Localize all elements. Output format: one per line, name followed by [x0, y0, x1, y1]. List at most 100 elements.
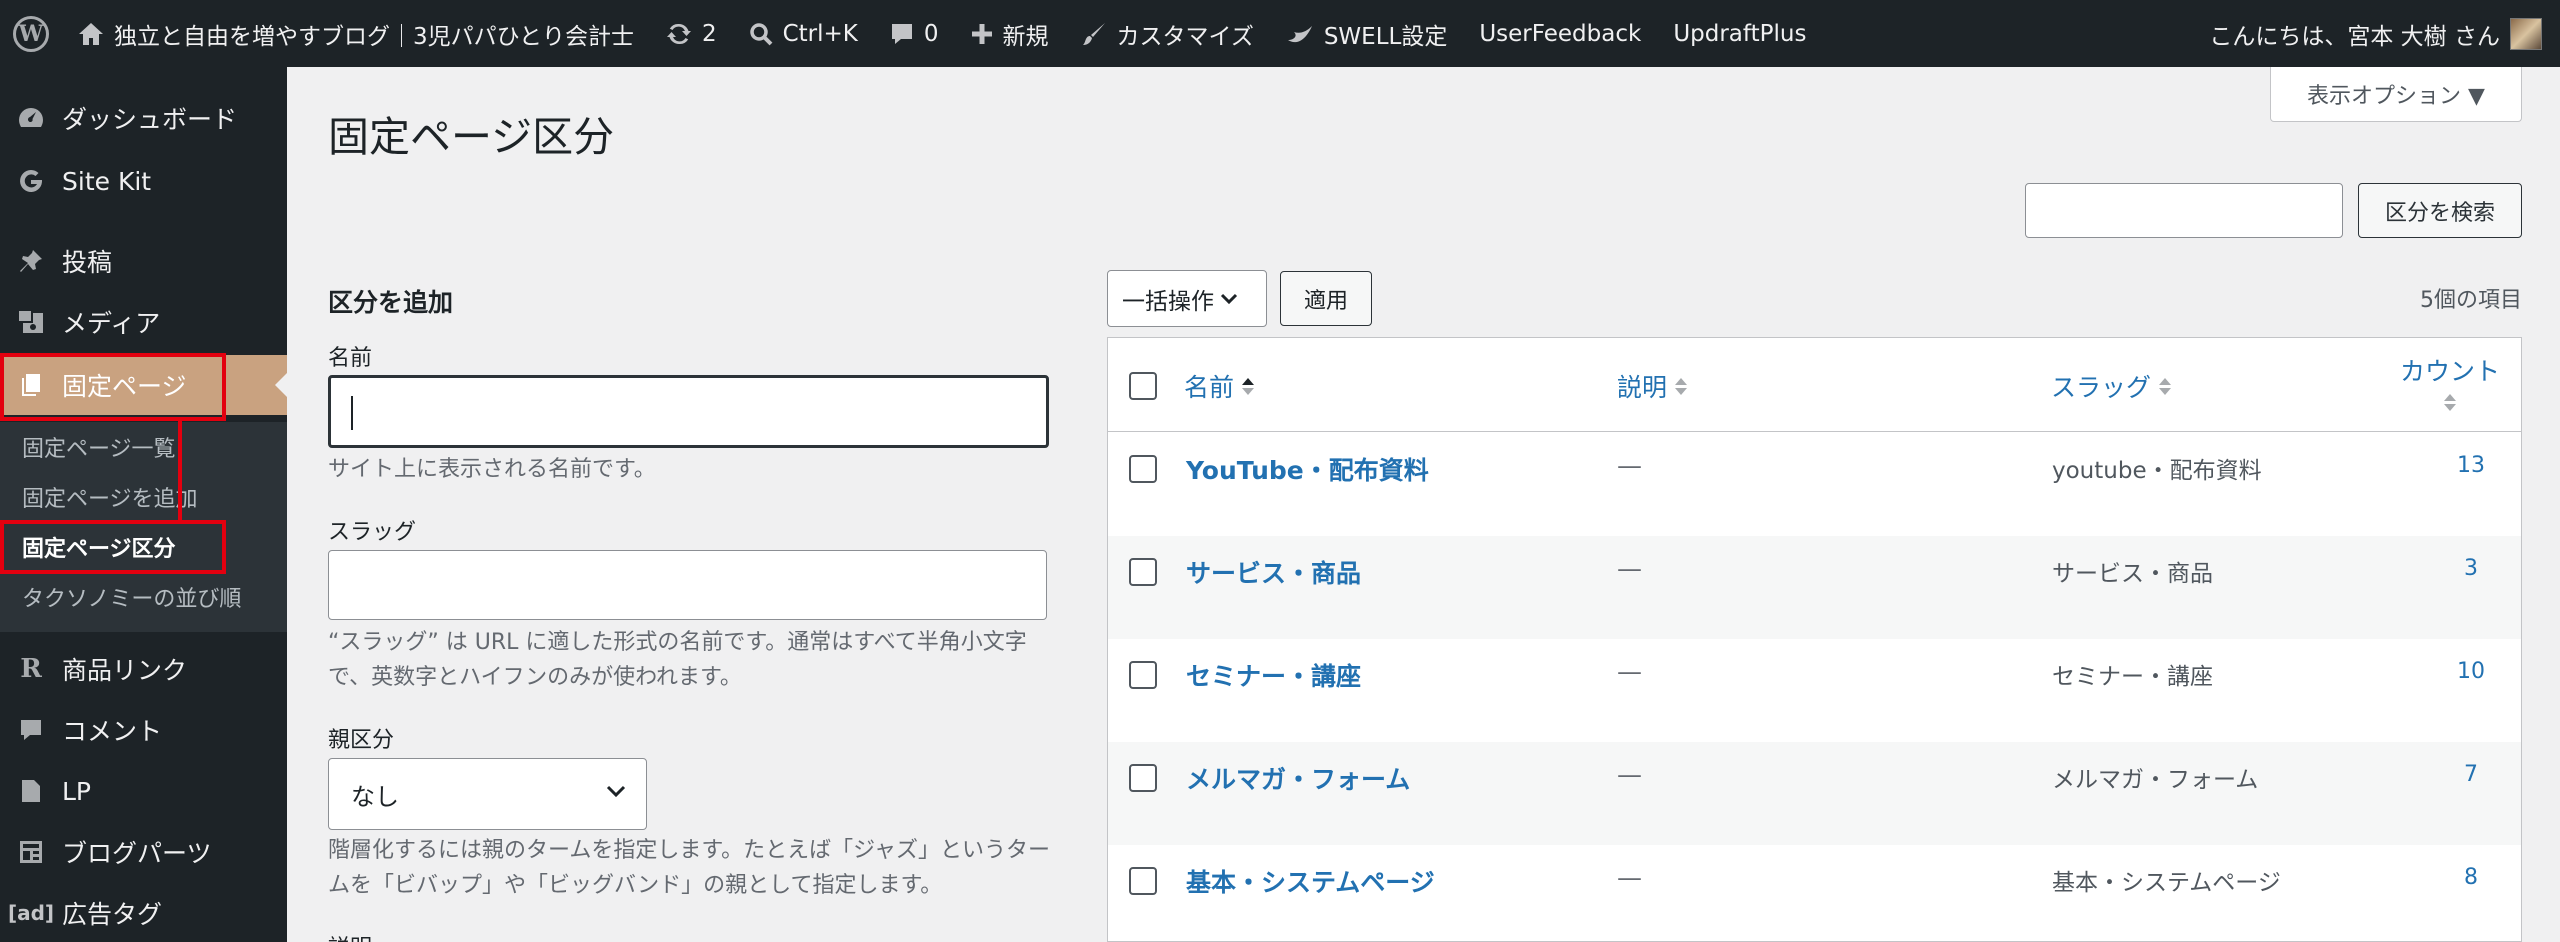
pushpin-icon [20, 250, 42, 272]
swell-icon [1287, 25, 1312, 42]
text-caret [351, 396, 353, 430]
sidebar-item-label: メディア [62, 309, 161, 338]
brush-icon [1082, 22, 1105, 45]
pages-submenu: 固定ページ一覧 固定ページを追加 固定ページ区分 タクソノミーの並び順 [0, 422, 287, 632]
column-slug-header[interactable]: スラッグ [2051, 368, 2172, 404]
chevron-down-icon [1220, 293, 1238, 304]
term-name-link[interactable]: 基本・システムページ [1186, 863, 1435, 899]
comments-link[interactable]: 0 [874, 0, 955, 67]
column-name-label: 名前 [1184, 373, 1235, 402]
sort-icon [2159, 377, 2172, 395]
row-checkbox[interactable] [1129, 764, 1157, 792]
row-checkbox[interactable] [1129, 661, 1157, 689]
sidebar-item-site-kit[interactable]: Site Kit [0, 151, 287, 211]
sidebar-item-comments[interactable]: コメント [0, 700, 287, 760]
select-all-checkbox[interactable] [1129, 372, 1157, 400]
admin-bar: W 独立と自由を増やすブログ｜3児パパひとり会計士 2 Ctrl+K 0 新規 … [0, 0, 2560, 67]
bulk-action-select[interactable]: 一括操作 [1107, 270, 1267, 327]
sidebar-item-product-links[interactable]: R 商品リンク [0, 639, 287, 699]
search-button[interactable]: 区分を検索 [2358, 183, 2522, 238]
screen-options-button[interactable]: 表示オプション ▼ [2270, 67, 2522, 122]
userfeedback-label: UserFeedback [1479, 20, 1642, 47]
home-icon [79, 22, 103, 45]
swell-label: SWELL設定 [1323, 23, 1448, 50]
search-icon [749, 22, 773, 45]
site-name-link[interactable]: 独立と自由を増やすブログ｜3児パパひとり会計士 [62, 0, 650, 67]
command-palette-link[interactable]: Ctrl+K [733, 0, 874, 67]
term-count-link[interactable]: 13 [2441, 453, 2501, 478]
search-input[interactable] [2025, 183, 2343, 238]
userfeedback-link[interactable]: UserFeedback [1463, 0, 1657, 67]
term-count-link[interactable]: 8 [2441, 865, 2501, 890]
table-row: 基本・システムページ — 基本・システムページ 8 [1108, 845, 2521, 941]
term-description: — [1617, 760, 1642, 789]
sidebar-item-media[interactable]: メディア [0, 292, 287, 352]
parent-description: 階層化するには親のタームを指定します。たとえば「ジャズ」というタームを「ビバップ… [328, 838, 1051, 898]
swell-settings-link[interactable]: SWELL設定 [1270, 0, 1464, 67]
apply-button[interactable]: 適用 [1280, 271, 1372, 326]
term-description: — [1617, 863, 1642, 892]
column-name-header[interactable]: 名前 [1184, 368, 1255, 404]
chevron-down-icon [606, 785, 626, 798]
sidebar-item-posts[interactable]: 投稿 [0, 231, 287, 291]
sidebar-item-label: コメント [62, 717, 163, 746]
sidebar-item-label: 商品リンク [62, 656, 188, 685]
row-checkbox[interactable] [1129, 455, 1157, 483]
slug-input[interactable] [328, 550, 1047, 620]
row-checkbox[interactable] [1129, 558, 1157, 586]
term-count-link[interactable]: 3 [2441, 556, 2501, 581]
sidebar-item-label: ダッシュボード [62, 105, 238, 134]
parent-select-value: なし [351, 782, 399, 811]
sidebar-item-label: ブログパーツ [62, 839, 212, 868]
media-icon [19, 311, 43, 333]
column-count-header[interactable]: カウント [2400, 352, 2500, 411]
sidebar-item-label: 投稿 [62, 248, 113, 277]
sidebar-item-blog-parts[interactable]: ブログパーツ [0, 822, 287, 882]
name-input[interactable] [328, 375, 1049, 448]
table-row: メルマガ・フォーム — メルマガ・フォーム 7 [1108, 742, 2521, 845]
term-count-link[interactable]: 10 [2441, 659, 2501, 684]
term-description: — [1617, 657, 1642, 686]
customize-label: カスタマイズ [1116, 23, 1254, 50]
sidebar-item-label: LP [62, 776, 92, 806]
wordpress-logo-icon[interactable]: W [0, 0, 62, 67]
sidebar-item-label: 固定ページ [62, 372, 187, 401]
term-name-link[interactable]: サービス・商品 [1186, 554, 1361, 590]
term-count-link[interactable]: 7 [2441, 762, 2501, 787]
term-name-link[interactable]: メルマガ・フォーム [1186, 760, 1410, 796]
updraftplus-link[interactable]: UpdraftPlus [1657, 0, 1822, 67]
document-icon [22, 780, 40, 802]
row-checkbox[interactable] [1129, 867, 1157, 895]
r-icon: R [20, 654, 42, 684]
sidebar-item-pages[interactable]: 固定ページ [0, 355, 287, 415]
column-slug-label: スラッグ [2051, 373, 2152, 402]
new-content-link[interactable]: 新規 [955, 0, 1065, 67]
term-description: — [1617, 554, 1642, 583]
table-header: 名前 説明 スラッグ カウント [1108, 338, 2521, 432]
submenu-item-all-pages[interactable]: 固定ページ一覧 [22, 431, 176, 463]
submenu-item-add-page[interactable]: 固定ページを追加 [22, 481, 198, 513]
updates-link[interactable]: 2 [650, 0, 733, 67]
column-description-label: 説明 [1617, 373, 1668, 402]
item-count: 5個の項目 [2420, 288, 2522, 313]
term-name-link[interactable]: YouTube・配布資料 [1186, 451, 1429, 487]
sidebar-item-lp[interactable]: LP [0, 761, 287, 821]
plus-icon [971, 23, 992, 44]
customize-link[interactable]: カスタマイズ [1065, 0, 1270, 67]
column-description-header[interactable]: 説明 [1617, 368, 1688, 404]
term-slug: メルマガ・フォーム [2052, 767, 2259, 793]
updates-icon [666, 23, 691, 44]
account-menu[interactable]: こんにちは、宮本 大樹 さん [2209, 17, 2560, 51]
slug-label: スラッグ [328, 520, 417, 545]
submenu-item-page-category[interactable]: 固定ページ区分 [22, 531, 176, 563]
sidebar-item-ad-tags[interactable]: [ad] 広告タグ [0, 883, 287, 942]
sort-icon [1675, 377, 1688, 395]
sidebar-item-dashboard[interactable]: ダッシュボード [0, 88, 287, 148]
site-name: 独立と自由を増やすブログ｜3児パパひとり会計士 [114, 23, 634, 50]
term-name-link[interactable]: セミナー・講座 [1186, 657, 1361, 693]
parent-select[interactable]: なし [328, 758, 647, 830]
comment-icon [21, 720, 41, 740]
updraftplus-label: UpdraftPlus [1673, 20, 1807, 47]
comments-count: 0 [923, 20, 939, 47]
submenu-item-taxonomy-order[interactable]: タクソノミーの並び順 [22, 581, 241, 613]
